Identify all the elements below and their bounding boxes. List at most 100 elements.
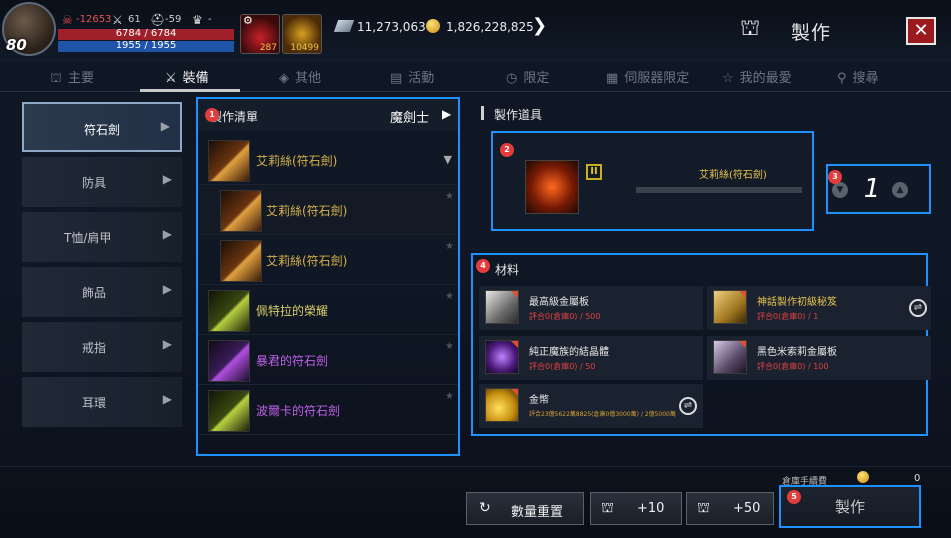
- active-tab-indicator: [140, 89, 240, 92]
- favorite-star-icon[interactable]: ★: [445, 291, 454, 302]
- craft-button[interactable]: 製作: [779, 485, 921, 528]
- progress-bar: [636, 187, 802, 193]
- scroll-icon: [713, 290, 747, 324]
- player-level: 80: [6, 36, 27, 54]
- plus-50-button[interactable]: ⛫ +50: [686, 492, 774, 525]
- item-slot[interactable]: 10499: [282, 14, 322, 54]
- hp-text: 6784 / 6784: [115, 28, 177, 39]
- plus-10-button[interactable]: ⛫ +10: [590, 492, 682, 525]
- material-item[interactable]: 金幣 評合23億5622萬8825(倉庫0億3000萬) / 2億5000萬: [479, 384, 703, 428]
- potion-slot[interactable]: ⚙ 287: [240, 14, 280, 54]
- page-title: 製作: [791, 22, 832, 44]
- rune-sword-icon[interactable]: [525, 160, 579, 214]
- craft-list-panel: 製作清單 魔劍士 ▶ 艾莉絲(符石劍) ▼ 艾莉絲(符石劍) ★ 艾莉絲(符石劍…: [196, 97, 460, 456]
- tab-event[interactable]: ▤ 活動: [390, 67, 434, 86]
- gear-icon: ⚙: [243, 14, 253, 27]
- material-item[interactable]: 純正魔族的結晶體 評合0(倉庫0) / 50: [479, 336, 703, 380]
- material-item[interactable]: 最高級金屬板 評合0(倉庫0) / 500: [479, 286, 703, 330]
- gold-amount: 1,826,228,825: [446, 20, 534, 34]
- step-badge: 2: [500, 143, 514, 157]
- metal-plate-icon: [713, 340, 747, 374]
- favorite-star-icon[interactable]: ★: [445, 191, 454, 202]
- quantity-value: 1: [863, 174, 881, 204]
- tool-name: 艾莉絲(符石劍): [699, 170, 767, 181]
- category-accessory[interactable]: 飾品 ▶: [22, 267, 182, 317]
- stat-3: -59: [165, 14, 182, 25]
- class-filter[interactable]: 魔劍士: [390, 107, 429, 126]
- swap-icon[interactable]: ⇌: [909, 299, 927, 317]
- chevron-right-icon: ▶: [162, 337, 172, 351]
- list-item[interactable]: 波爾卡的符石劍 ★: [198, 387, 458, 435]
- craft-list-header: 製作清單 魔劍士 ▶: [198, 99, 458, 131]
- rune-sword-icon: [208, 390, 250, 432]
- list-item[interactable]: 艾莉絲(符石劍) ★: [198, 237, 458, 285]
- list-item[interactable]: 艾莉絲(符石劍) ★: [198, 187, 458, 235]
- category-rune-sword[interactable]: 符石劍 ▶: [22, 102, 182, 152]
- material-item[interactable]: 神話製作初級秘笈 評合0(倉庫0) / 1: [707, 286, 931, 330]
- chevron-right-icon[interactable]: ▶: [442, 107, 451, 121]
- gem-icon: [333, 20, 355, 32]
- gift-icon: ▤: [390, 71, 403, 86]
- tab-equipment[interactable]: ⚔ 裝備: [165, 67, 209, 86]
- category-ring[interactable]: 戒指 ▶: [22, 322, 182, 372]
- tab-favorites[interactable]: ☆ 我的最愛: [722, 67, 792, 86]
- stat-4: -: [208, 14, 212, 25]
- step-badge: 1: [205, 108, 219, 122]
- section-marker: [481, 106, 484, 120]
- tool-section-title: 製作道具: [494, 108, 543, 122]
- list-item[interactable]: 暴君的符石劍 ★: [198, 337, 458, 385]
- star-icon: ☆: [722, 71, 734, 86]
- craft-target-box: II 艾莉絲(符石劍): [491, 131, 814, 231]
- stat-1: -12653: [76, 14, 112, 25]
- close-button[interactable]: ✕: [906, 17, 936, 45]
- top-status-bar: 80 ☠ -12653 ⚔ 61 ⛑ -59 ♛ - 6784 / 6784 1…: [0, 0, 951, 62]
- rune-sword-icon: [208, 340, 250, 382]
- tab-limited[interactable]: ◷ 限定: [506, 67, 549, 86]
- sword-icon: ⚔: [112, 13, 123, 27]
- refresh-icon: ↻: [479, 500, 491, 516]
- rune-sword-icon: [220, 190, 262, 232]
- reset-quantity-button[interactable]: ↻ 數量重置: [466, 492, 584, 525]
- tab-main[interactable]: ⛫ 主要: [50, 67, 94, 88]
- anvil-icon: ⛫: [601, 500, 614, 516]
- grade-badge: II: [586, 164, 602, 180]
- swap-icon[interactable]: ⇌: [679, 397, 697, 415]
- skull-icon: ☠: [62, 13, 73, 27]
- step-badge: 4: [476, 259, 490, 273]
- step-badge: 5: [787, 490, 801, 504]
- list-item[interactable]: 佩特拉的榮耀 ★: [198, 287, 458, 335]
- mp-bar: 1955 / 1955: [58, 40, 234, 52]
- favorite-star-icon[interactable]: ★: [445, 241, 454, 252]
- materials-section-title: 材料: [495, 263, 520, 277]
- metal-plate-icon: [485, 290, 519, 324]
- rune-sword-icon: [208, 290, 250, 332]
- item-count: 10499: [290, 43, 319, 53]
- chevron-right-icon: ▶: [162, 227, 172, 241]
- favorite-star-icon[interactable]: ★: [445, 391, 454, 402]
- tab-other[interactable]: ◈ 其他: [279, 67, 321, 86]
- tab-bar: ⛫ 主要 ⚔ 裝備 ◈ 其他 ▤ 活動 ◷ 限定 ▦ 伺服器限定 ☆ 我的最愛 ⚲ 搜尋: [0, 62, 951, 92]
- category-earring[interactable]: 耳環 ▶: [22, 377, 182, 427]
- increase-button[interactable]: ▲: [892, 182, 908, 198]
- material-item[interactable]: 黑色米索莉金屬板 評合0(倉庫0) / 100: [707, 336, 931, 380]
- category-armor[interactable]: 防具 ▶: [22, 157, 182, 207]
- materials-panel: 材料 最高級金屬板 評合0(倉庫0) / 500 神話製作初級秘笈 評合0(倉庫…: [471, 253, 931, 436]
- trophy-icon: ♛: [192, 13, 203, 27]
- chevron-right-icon[interactable]: ❯: [532, 15, 547, 36]
- list-item[interactable]: 艾莉絲(符石劍) ▼: [198, 137, 458, 185]
- potion-count: 287: [259, 43, 277, 53]
- quantity-stepper: ▼ 1 ▲: [826, 164, 931, 214]
- anvil-icon: ⛫: [697, 500, 710, 516]
- gold-coin-icon: [857, 471, 869, 483]
- tab-server-limited[interactable]: ▦ 伺服器限定: [606, 67, 689, 86]
- decrease-button[interactable]: ▼: [832, 182, 848, 198]
- hp-bar: 6784 / 6784: [58, 28, 234, 40]
- chevron-down-icon[interactable]: ▼: [444, 153, 452, 166]
- category-shirt-shoulder[interactable]: T恤/肩甲 ▶: [22, 212, 182, 262]
- favorite-star-icon[interactable]: ★: [445, 341, 454, 352]
- step-badge: 3: [828, 170, 842, 184]
- fee-value: 0: [914, 473, 921, 484]
- chevron-right-icon: ▶: [160, 119, 170, 133]
- tab-search[interactable]: ⚲ 搜尋: [837, 67, 879, 86]
- gold-coins-icon: [485, 388, 519, 422]
